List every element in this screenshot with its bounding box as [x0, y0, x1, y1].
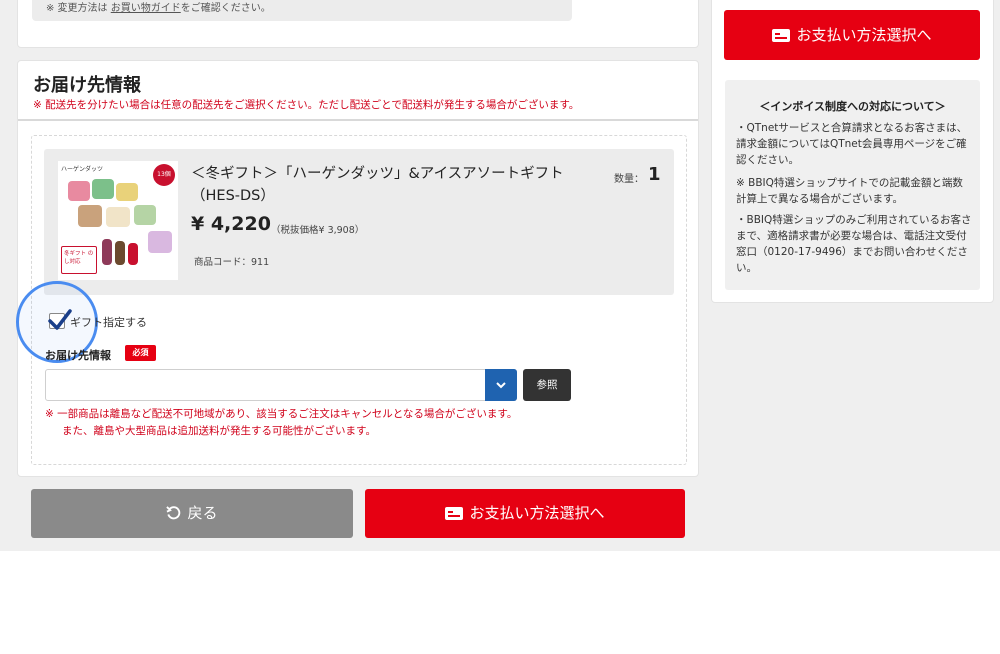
- reference-button[interactable]: 参照: [523, 369, 571, 401]
- delivery-warning-line2: また、離島や大型商品は追加送料が発生する可能性がございます。: [62, 425, 376, 437]
- product-price: ¥ 4,220: [191, 213, 271, 235]
- ice-cream-cup: [116, 183, 138, 201]
- invoice-item-1: ・QTnetサービスと合算請求となるお客さまは、請求金額についてはQTnet会員…: [736, 122, 968, 166]
- invoice-info-box: ＜インボイス制度への対応について＞ ・QTnetサービスと合算請求となるお客さま…: [725, 80, 980, 290]
- shopping-guide-link[interactable]: お買い物ガイド: [111, 3, 181, 14]
- payment-button-top-label: お支払い方法選択へ: [796, 26, 932, 44]
- delivery-info-card: お届け先情報 ※ 配送先を分けたい場合は任意の配送先をご選択ください。ただし配送…: [16, 60, 699, 477]
- section-title: お届け先情報: [33, 75, 141, 96]
- undo-icon: [166, 506, 181, 520]
- destination-label: お届け先情報: [45, 349, 111, 362]
- product-row: ハーゲンダッツ 13個 冬ギフト のし対応 ＜冬ギフト＞「ハーゲンダッツ」&アイ…: [44, 149, 674, 295]
- chevron-down-icon: [496, 381, 506, 388]
- split-delivery-note: ※ 配送先を分けたい場合は任意の配送先をご選択ください。ただし配送ごとで配送料が…: [33, 99, 580, 111]
- quantity-label: 数量：: [614, 174, 644, 185]
- payment-button-label: お支払い方法選択へ: [469, 504, 605, 522]
- gift-checkbox-label[interactable]: ギフト指定する: [70, 314, 147, 330]
- noshi-tag: 冬ギフト のし対応: [61, 246, 97, 274]
- note-suffix: をご確認ください。: [180, 3, 271, 14]
- payment-method-button-top[interactable]: お支払い方法選択へ: [724, 10, 980, 60]
- ice-cream-cup: [148, 231, 172, 253]
- image-brand-text: ハーゲンダッツ: [61, 166, 104, 173]
- invoice-title: ＜インボイス制度への対応について＞: [759, 100, 946, 113]
- price-excluding-tax: （税抜価格¥ 3,908）: [271, 225, 365, 236]
- delivery-warning-line1: ※ 一部商品は離島など配送不可地域があり、該当するご注文はキャンセルとなる場合が…: [45, 408, 518, 420]
- divider: [18, 119, 698, 121]
- back-button-label: 戻る: [187, 504, 218, 522]
- image-badge: 13個: [153, 164, 175, 186]
- payment-method-button[interactable]: お支払い方法選択へ: [365, 489, 685, 538]
- ice-cream-bar: [128, 243, 138, 265]
- ice-cream-cup: [134, 205, 156, 225]
- product-code: 商品コード：911: [194, 257, 270, 268]
- invoice-item-3: ・BBIQ特選ショップのみご利用されているお客さまで、適格請求書が必要な場合は、…: [736, 214, 972, 274]
- ice-cream-bar: [102, 239, 112, 265]
- back-button[interactable]: 戻る: [31, 489, 353, 538]
- card-icon: [445, 507, 464, 520]
- note-prefix: ※ 変更方法は: [46, 3, 108, 14]
- invoice-item-2: ※ BBIQ特選ショップサイトでの記載金額と端数計算上で異なる場合がございます。: [736, 177, 963, 205]
- product-name[interactable]: ＜冬ギフト＞「ハーゲンダッツ」&アイスアソートギフト（HES-DS）: [191, 163, 591, 207]
- gift-checkbox[interactable]: [48, 309, 72, 330]
- quantity-value: 1: [648, 164, 661, 185]
- product-image: ハーゲンダッツ 13個 冬ギフト のし対応: [58, 161, 178, 280]
- ice-cream-cup: [68, 181, 90, 201]
- order-change-card: ※ 変更方法は お買い物ガイドをご確認ください。: [17, 0, 699, 48]
- required-badge: 必須: [125, 345, 156, 361]
- change-method-note: ※ 変更方法は お買い物ガイドをご確認ください。: [32, 0, 572, 21]
- ice-cream-bar: [115, 241, 125, 265]
- card-icon: [772, 29, 791, 42]
- ice-cream-cup: [78, 205, 102, 227]
- ice-cream-cup: [106, 207, 130, 227]
- ice-cream-cup: [92, 179, 114, 199]
- select-dropdown-button[interactable]: [485, 369, 517, 401]
- delivery-item-box: ハーゲンダッツ 13個 冬ギフト のし対応 ＜冬ギフト＞「ハーゲンダッツ」&アイ…: [16, 135, 687, 465]
- destination-select[interactable]: [45, 369, 517, 401]
